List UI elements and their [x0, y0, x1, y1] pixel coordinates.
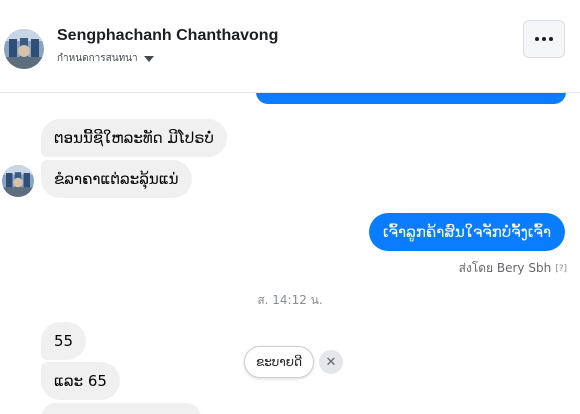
- close-icon: ✕: [325, 354, 337, 370]
- received-message-bubble-partial: [41, 403, 201, 414]
- contact-name[interactable]: Sengphachanh Chanthavong: [57, 27, 278, 45]
- conversation-settings-dropdown[interactable]: กำหนดการสนทนา: [57, 50, 154, 66]
- message-text: ເຈົ້າລູກຄ້າສົນໃຈຈັກບໍ່ຈັ້ງເຈົ້າ: [383, 223, 552, 241]
- messenger-window: Sengphachanh Chanthavong กำหนดการสนทนา ຕ…: [0, 0, 580, 414]
- sender-avatar[interactable]: [2, 165, 34, 197]
- received-message-bubble[interactable]: ແລະ 65: [41, 362, 120, 400]
- conversation-settings-label: กำหนดการสนทนา: [57, 52, 138, 64]
- sent-message-bubble[interactable]: ເຈົ້າລູກຄ້າສົນໃຈຈັກບໍ່ຈັ້ງເຈົ້າ: [369, 213, 566, 251]
- sent-by-help-link[interactable]: [?]: [555, 264, 567, 274]
- contact-avatar[interactable]: [4, 29, 44, 69]
- sent-by-label: ส่งโดย Bery Sbh [?]: [459, 259, 567, 278]
- received-message-bubble[interactable]: 55: [41, 322, 87, 360]
- message-timestamp: ส. 14:12 น.: [257, 293, 323, 307]
- sent-by-text: ส่งโดย Bery Sbh: [458, 261, 552, 275]
- message-text: 55: [54, 332, 74, 350]
- suggested-reply-chip[interactable]: ຂະບາຍດີ: [244, 346, 315, 378]
- received-message-bubble[interactable]: ຕອນນີ້ຊີໃຫລະທັດ ມີໂປຣບໍ່: [41, 119, 227, 157]
- message-text: ແລະ 65: [54, 372, 107, 390]
- received-message-bubble[interactable]: ຂໍລາຄາແຕ່ລະລຸ້ນແນ່: [41, 160, 192, 198]
- conversation-header: Sengphachanh Chanthavong กำหนดการสนทนา: [0, 0, 580, 93]
- message-text: ຂໍລາຄາແຕ່ລະລຸ້ນແນ່: [54, 170, 179, 188]
- caret-down-icon: [143, 55, 154, 62]
- more-options-button[interactable]: [523, 20, 565, 58]
- message-text: ຕອນນີ້ຊີໃຫລະທັດ ມີໂປຣບໍ່: [54, 129, 214, 147]
- suggested-reply-label: ຂະບາຍດີ: [256, 355, 303, 369]
- dismiss-suggestion-button[interactable]: ✕: [319, 350, 343, 374]
- more-horizontal-icon: [535, 37, 553, 41]
